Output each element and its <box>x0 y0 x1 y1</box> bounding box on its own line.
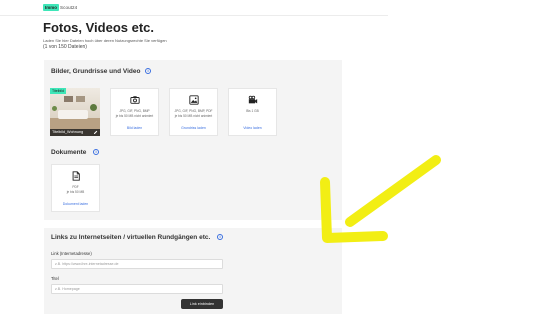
tile-formats: Bis 1 GB <box>246 109 259 113</box>
upload-image-tile[interactable]: JPG, GIF, PNG, BMP je bis 50 MB nicht an… <box>110 88 159 136</box>
document-icon <box>72 171 80 181</box>
logo-badge: Immo <box>43 4 60 11</box>
title-image-badge: Titelbild <box>50 88 66 94</box>
upload-document-link[interactable]: Dokument laden <box>52 202 99 206</box>
camera-icon <box>129 96 140 104</box>
upload-video-tile[interactable]: Bis 1 GB Video laden <box>228 88 277 136</box>
media-info-icon[interactable]: i <box>145 68 151 74</box>
title-field-label: Titel <box>51 276 59 281</box>
video-camera-icon <box>248 95 257 104</box>
page-subtitle: Laden Sie hier Dateien hoch über deren N… <box>43 38 167 43</box>
tile-formats: JPG, GIF, PNG, BMP, PDF je bis 50 MB nic… <box>174 109 213 118</box>
upload-video-link[interactable]: Video laden <box>229 126 276 130</box>
links-info-icon[interactable]: i <box>217 234 223 240</box>
tile-formats: JPG, GIF, PNG, BMP je bis 50 MB nicht an… <box>115 109 154 118</box>
tile-formats: PDF je bis 50 MB <box>66 185 85 194</box>
upload-document-tile[interactable]: PDF je bis 50 MB Dokument laden <box>51 164 100 212</box>
image-icon <box>188 95 199 105</box>
upload-image-link[interactable]: Bild laden <box>111 126 158 130</box>
documents-info-icon[interactable]: i <box>93 149 99 155</box>
pencil-icon[interactable] <box>93 130 98 135</box>
links-section-title: Links zu Internetseiten / virtuellen Run… <box>51 234 211 241</box>
upload-floorplan-link[interactable]: Grundriss laden <box>170 126 217 130</box>
logo-text: Scout24 <box>60 5 78 10</box>
upload-floorplan-tile[interactable]: JPG, GIF, PNG, BMP, PDF je bis 50 MB nic… <box>169 88 218 136</box>
file-count: (1 von 150 Dateien) <box>43 44 87 50</box>
url-field-label: Link (Internetadresse) <box>51 251 92 256</box>
url-input[interactable] <box>51 259 223 269</box>
logo[interactable]: Immo Scout24 <box>43 4 77 11</box>
media-section-title: Bilder, Grundrisse und Video <box>51 68 141 75</box>
documents-title: Dokumente <box>51 149 87 156</box>
photo-thumbnail[interactable]: Titelbild Titelbild_Wohnung <box>50 88 100 136</box>
top-bar: Immo Scout24 <box>0 0 388 16</box>
title-input[interactable] <box>51 284 223 294</box>
add-link-button[interactable]: Link einbinden <box>181 299 223 309</box>
page-title: Fotos, Videos etc. <box>43 20 155 35</box>
